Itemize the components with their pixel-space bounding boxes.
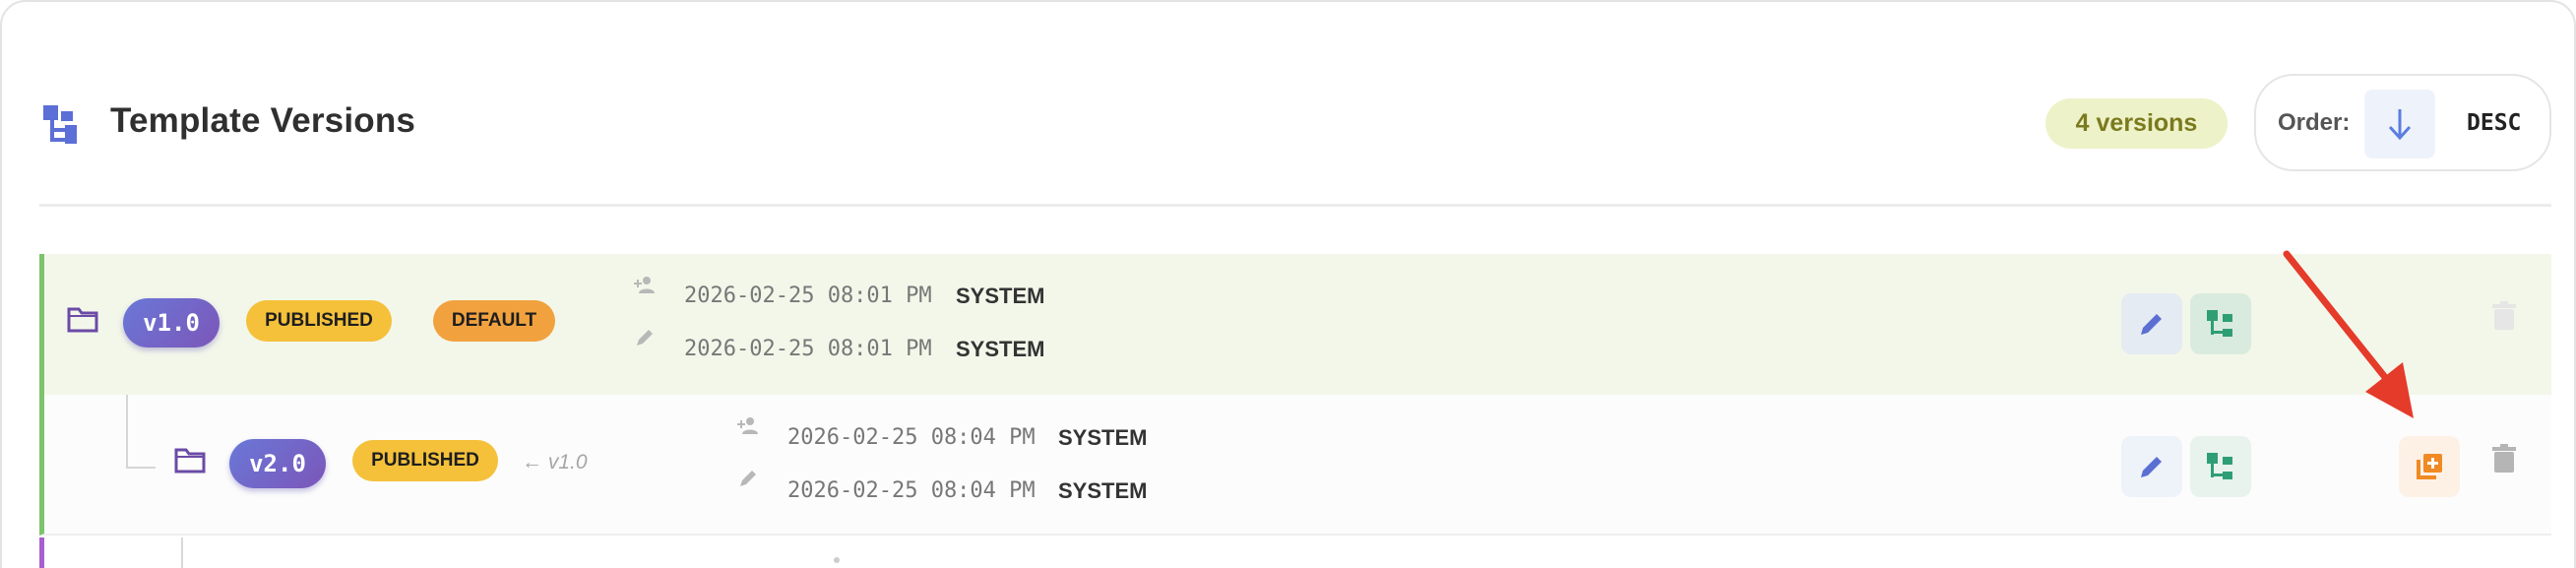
edit-button[interactable] bbox=[2121, 436, 2182, 497]
tree-structure-icon bbox=[2207, 453, 2232, 479]
arrow-down-icon bbox=[2388, 109, 2412, 141]
default-tag: DEFAULT bbox=[433, 300, 555, 342]
person-add-icon bbox=[834, 557, 840, 563]
version-tree: v1.0 PUBLISHED DEFAULT 2026-02-25 08:01 … bbox=[39, 254, 2551, 568]
folder-icon[interactable] bbox=[174, 446, 206, 473]
page-title: Template Versions bbox=[110, 101, 416, 140]
order-value: DESC bbox=[2467, 110, 2522, 136]
trash-icon[interactable] bbox=[2490, 444, 2518, 473]
tree-structure-icon bbox=[2207, 310, 2232, 337]
published-tag: PUBLISHED bbox=[352, 440, 498, 481]
pencil-icon bbox=[2141, 314, 2162, 335]
updated-date: 2026-02-25 08:01 PM bbox=[684, 337, 932, 361]
header-divider bbox=[39, 204, 2551, 207]
trash-icon[interactable] bbox=[2490, 301, 2518, 331]
updated-date: 2026-02-25 08:04 PM bbox=[787, 478, 1036, 503]
tree-connector bbox=[126, 395, 156, 469]
published-tag: PUBLISHED bbox=[246, 300, 392, 342]
tree-connector bbox=[181, 537, 183, 568]
version-tree-button[interactable] bbox=[2190, 436, 2251, 497]
header: Template Versions 4 versions Order: DESC bbox=[39, 74, 2551, 207]
page: Template Versions 4 versions Order: DESC… bbox=[0, 0, 2576, 568]
folder-icon[interactable] bbox=[67, 305, 98, 333]
version-row-strip bbox=[39, 537, 44, 568]
pencil-icon bbox=[740, 471, 756, 486]
copy-add-icon bbox=[2417, 454, 2442, 479]
order-toggle-button[interactable] bbox=[2364, 90, 2435, 158]
duplicate-version-button[interactable] bbox=[2399, 436, 2460, 497]
person-add-icon bbox=[737, 417, 758, 434]
version-tree-button[interactable] bbox=[2190, 293, 2251, 354]
version-row: v2.0 PUBLISHED ← v1.0 2026-02-25 08:04 P… bbox=[39, 395, 2551, 536]
version-count-badge: 4 versions bbox=[2045, 98, 2228, 149]
updated-by: SYSTEM bbox=[1058, 478, 1148, 503]
created-by: SYSTEM bbox=[1058, 425, 1148, 450]
version-row: v1.0 PUBLISHED DEFAULT 2026-02-25 08:01 … bbox=[39, 254, 2551, 395]
version-pill[interactable]: v2.0 bbox=[229, 439, 326, 488]
pencil-icon bbox=[637, 330, 653, 346]
pencil-icon bbox=[2141, 457, 2162, 477]
version-pill[interactable]: v1.0 bbox=[123, 298, 220, 347]
person-add-icon bbox=[634, 277, 655, 293]
parent-version-ref: ← v1.0 bbox=[522, 451, 588, 473]
created-by: SYSTEM bbox=[956, 284, 1045, 308]
created-date: 2026-02-25 08:01 PM bbox=[684, 284, 932, 308]
created-date: 2026-02-25 08:04 PM bbox=[787, 425, 1036, 450]
order-label: Order: bbox=[2278, 109, 2351, 136]
edit-button[interactable] bbox=[2121, 293, 2182, 354]
tree-structure-icon bbox=[43, 105, 77, 144]
updated-by: SYSTEM bbox=[956, 337, 1045, 361]
order-control: Order: DESC bbox=[2254, 74, 2551, 171]
